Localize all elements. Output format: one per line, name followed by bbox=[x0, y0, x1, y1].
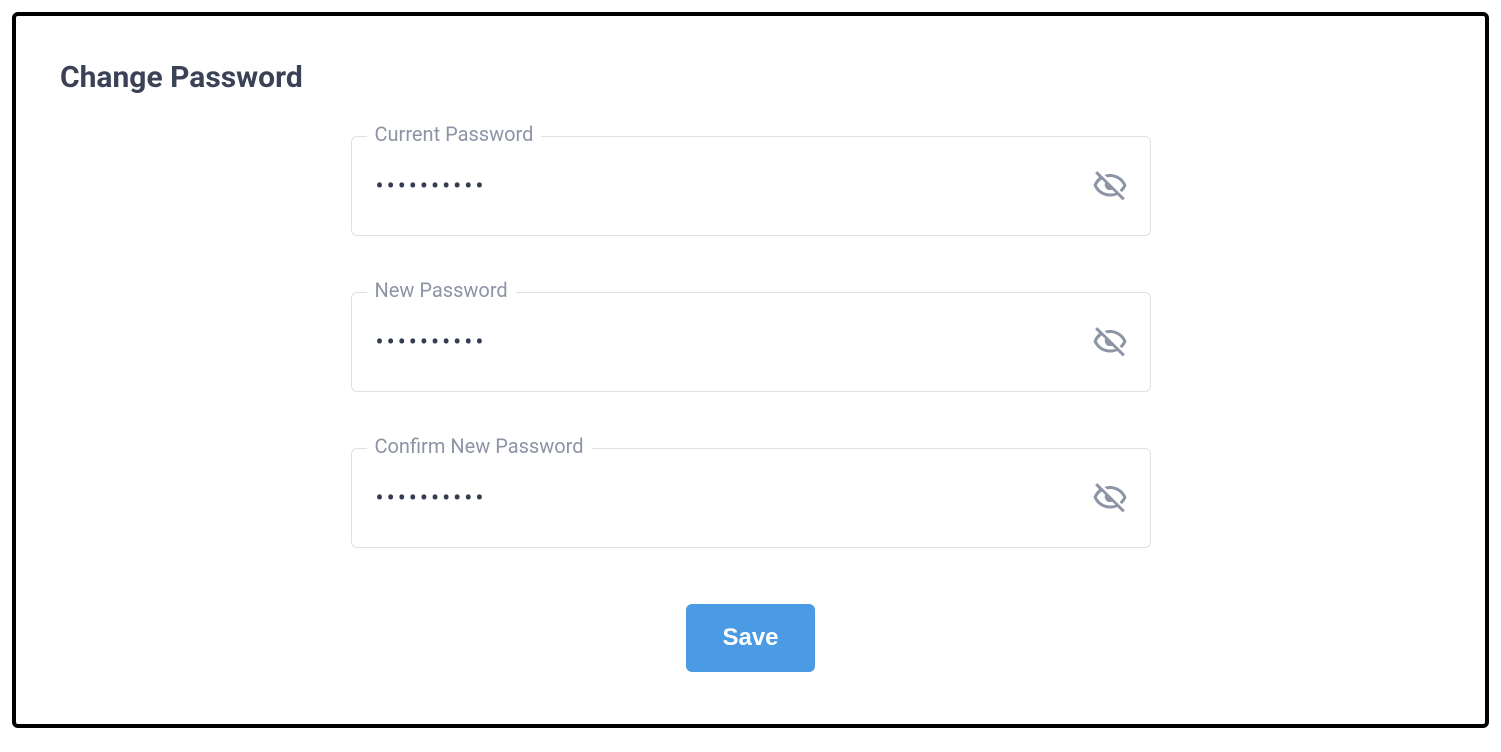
change-password-panel: Change Password Current Password bbox=[12, 12, 1489, 728]
page-title: Change Password bbox=[60, 60, 303, 95]
current-password-label: Current Password bbox=[367, 124, 542, 144]
confirm-password-field-wrap: Confirm New Password bbox=[351, 448, 1151, 548]
confirm-password-field bbox=[351, 448, 1151, 548]
new-password-input[interactable] bbox=[374, 327, 1080, 357]
save-button[interactable]: Save bbox=[686, 604, 814, 672]
visibility-off-icon[interactable] bbox=[1092, 168, 1128, 204]
new-password-field bbox=[351, 292, 1151, 392]
change-password-form: Current Password New Password bbox=[351, 136, 1151, 672]
confirm-password-input[interactable] bbox=[374, 483, 1080, 513]
current-password-field bbox=[351, 136, 1151, 236]
current-password-input[interactable] bbox=[374, 171, 1080, 201]
new-password-label: New Password bbox=[367, 280, 516, 300]
visibility-off-icon[interactable] bbox=[1092, 324, 1128, 360]
confirm-password-label: Confirm New Password bbox=[367, 436, 592, 456]
current-password-field-wrap: Current Password bbox=[351, 136, 1151, 236]
new-password-field-wrap: New Password bbox=[351, 292, 1151, 392]
visibility-off-icon[interactable] bbox=[1092, 480, 1128, 516]
save-row: Save bbox=[351, 604, 1151, 672]
